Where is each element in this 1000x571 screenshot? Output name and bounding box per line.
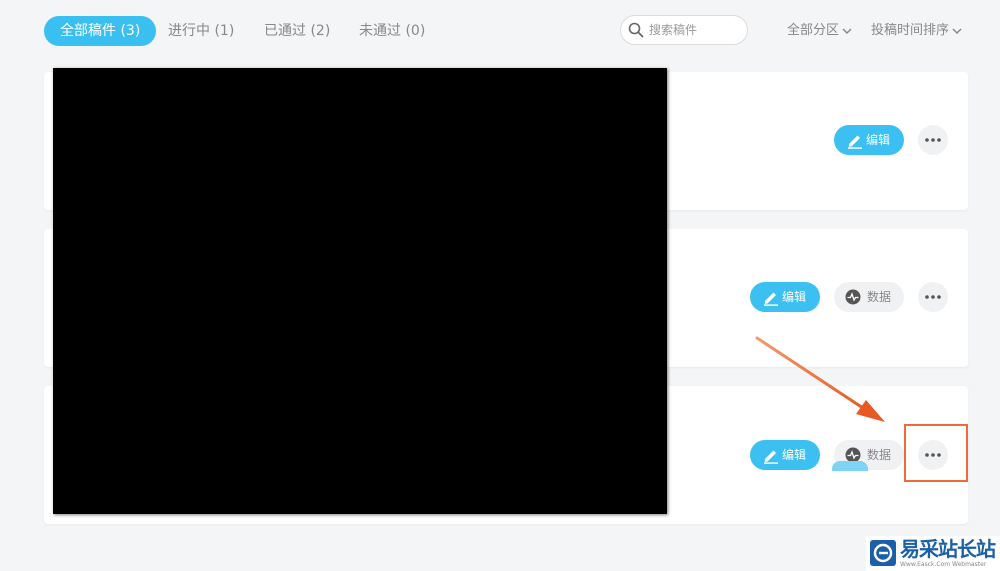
more-button[interactable]: [918, 440, 948, 470]
filter-bar: 全部稿件 (3) 进行中 (1) 已通过 (2) 未通过 (0) 全部分区 投稿…: [0, 0, 1000, 62]
more-dots-icon: [925, 453, 941, 457]
chevron-down-icon: [842, 27, 852, 34]
watermark-logo-icon: [870, 540, 896, 566]
pencil-icon: [764, 292, 778, 306]
pulse-icon: [845, 289, 861, 305]
tab-rejected[interactable]: 未通过 (0): [359, 16, 425, 46]
partition-dropdown[interactable]: 全部分区: [787, 16, 853, 46]
edit-label: 编辑: [782, 448, 807, 462]
pencil-icon: [764, 450, 778, 464]
chevron-down-icon: [952, 27, 962, 34]
search-input[interactable]: [649, 20, 741, 40]
edit-button[interactable]: 编辑: [750, 282, 820, 312]
more-dots-icon: [925, 138, 941, 142]
search-box[interactable]: [620, 15, 748, 45]
watermark-title: 易采站长站: [900, 537, 996, 561]
more-button[interactable]: [918, 282, 948, 312]
sort-dropdown[interactable]: 投稿时间排序: [871, 16, 963, 46]
edit-button[interactable]: 编辑: [834, 125, 904, 155]
more-dots-icon: [925, 295, 941, 299]
more-button[interactable]: [918, 125, 948, 155]
tab-in-progress[interactable]: 进行中 (1): [168, 16, 234, 46]
pencil-icon: [848, 135, 862, 149]
edit-button[interactable]: 编辑: [750, 440, 820, 470]
redacted-content: [53, 68, 667, 514]
tab-approved[interactable]: 已通过 (2): [264, 16, 330, 46]
hover-tooltip-fragment: [832, 461, 868, 471]
data-label: 数据: [867, 290, 892, 304]
data-label: 数据: [867, 448, 892, 462]
sort-label: 投稿时间排序: [871, 23, 950, 38]
edit-label: 编辑: [782, 290, 807, 304]
data-button[interactable]: 数据: [834, 282, 904, 312]
tab-all[interactable]: 全部稿件 (3): [44, 16, 157, 46]
search-icon: [628, 22, 644, 38]
partition-label: 全部分区: [787, 23, 840, 38]
watermark: 易采站长站 Www.Easck.Com Webmaster: [866, 536, 1000, 571]
watermark-subtitle: Www.Easck.Com Webmaster: [900, 561, 987, 568]
edit-label: 编辑: [866, 133, 891, 147]
